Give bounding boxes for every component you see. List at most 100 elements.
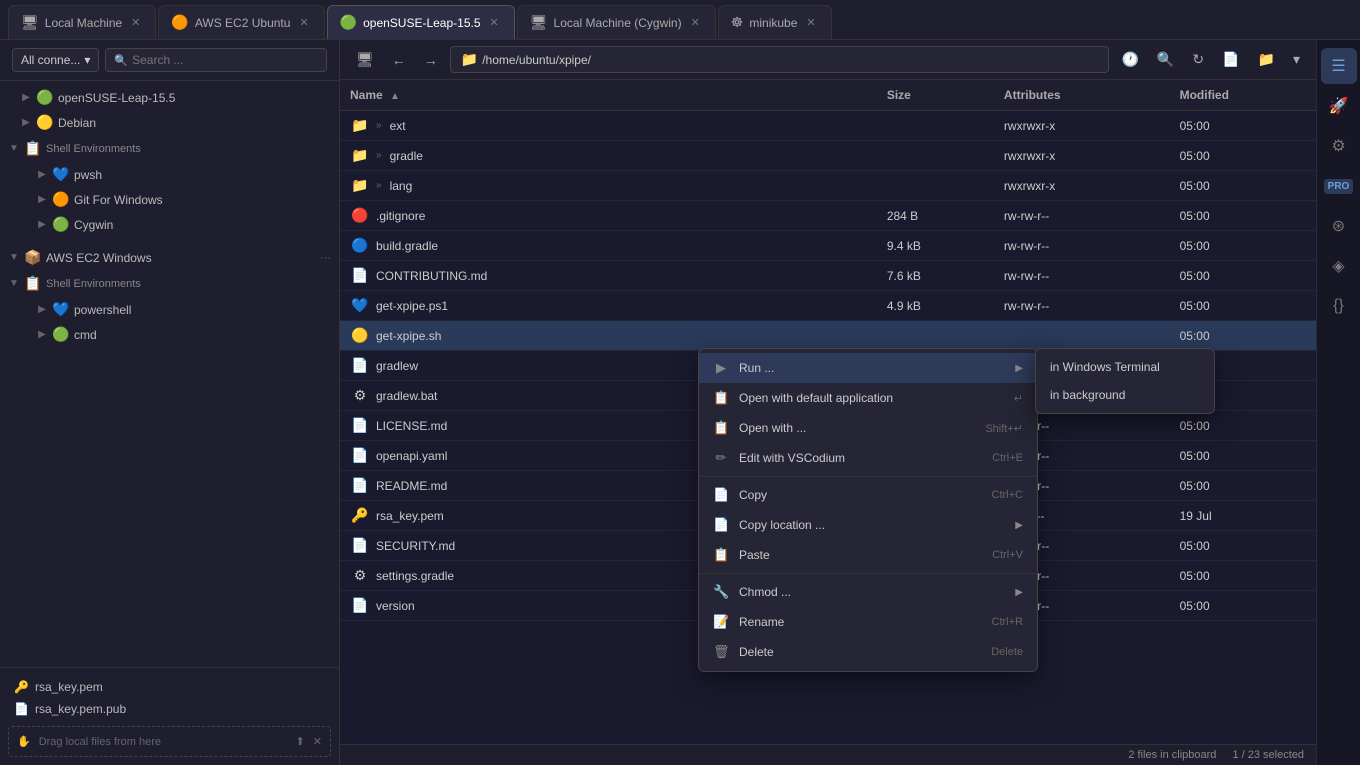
open-with-icon: 📋 (713, 420, 729, 436)
ctx-paste-label: Paste (739, 548, 982, 562)
tab-aws-ec2[interactable]: 🟠 AWS EC2 Ubuntu ✕ (158, 5, 324, 39)
right-icon-bar: ☰ 🚀 ⚙ PRO ⊛ ◈ {} (1316, 40, 1360, 765)
file-manager-icon-btn[interactable]: ☰ (1321, 48, 1357, 84)
footer-file-rsa-pub[interactable]: 📄 rsa_key.pem.pub (8, 698, 331, 720)
sidebar-item-aws-ec2-windows[interactable]: ▼ 📦 AWS EC2 Windows ⋯ (0, 245, 339, 270)
selection-status: 1 / 23 selected (1232, 749, 1304, 761)
debian-tree-icon: 🟡 (36, 114, 54, 131)
ctx-run[interactable]: ▶ Run ... ▶ (699, 353, 1037, 383)
file-modified-cell: 05:00 (1170, 591, 1316, 621)
sidebar-item-cygwin[interactable]: ▶ 🟢 Cygwin (0, 212, 339, 237)
refresh-button[interactable]: ↻ (1186, 47, 1210, 72)
file-attrs-cell: rwxrwxr-x (994, 111, 1170, 141)
ctx-chmod-arrow: ▶ (1015, 587, 1023, 598)
paste-icon: 📋 (713, 547, 729, 563)
ctx-open-default[interactable]: 📋 Open with default application ↵ (699, 383, 1037, 413)
footer-file-rsa-pem[interactable]: 🔑 rsa_key.pem (8, 676, 331, 698)
run-in-background[interactable]: in background (1036, 381, 1214, 409)
tab-local-cygwin-close[interactable]: ✕ (688, 15, 703, 30)
ctx-delete[interactable]: 🗑 Delete Delete (699, 637, 1037, 667)
file-size-cell (877, 141, 994, 171)
discord-icon-btn[interactable]: ◈ (1321, 248, 1357, 284)
tab-opensuse-close[interactable]: ✕ (487, 15, 502, 30)
ctx-run-arrow: ▶ (1015, 363, 1023, 374)
file-name-cell: 🔵 build.gradle (340, 231, 877, 261)
sidebar-item-git-label: Git For Windows (74, 193, 163, 207)
history-button[interactable]: 🕐 (1115, 47, 1144, 72)
path-text: /home/ubuntu/xpipe/ (482, 53, 591, 67)
sidebar-item-git-for-windows[interactable]: ▶ 🟠 Git For Windows (0, 187, 339, 212)
file-attrs-cell: rw-rw-r-- (994, 291, 1170, 321)
col-size[interactable]: Size (877, 80, 994, 111)
sidebar-item-debian[interactable]: ▶ 🟡 Debian (0, 110, 339, 135)
github-icon: ⊛ (1332, 216, 1345, 236)
ctx-copy-location[interactable]: 📄 Copy location ... ▶ (699, 510, 1037, 540)
tab-local-machine[interactable]: 🖥 Local Machine ✕ (8, 5, 156, 39)
status-bar: 2 files in clipboard 1 / 23 selected (340, 744, 1316, 765)
table-row[interactable]: 🔵 build.gradle 9.4 kB rw-rw-r-- 05:00 (340, 231, 1316, 261)
play-icon: ▶ (713, 360, 729, 376)
expand-arrow-icon: » (376, 120, 382, 131)
file-modified-cell: 05:00 (1170, 561, 1316, 591)
file-name-cell: 📄 CONTRIBUTING.md (340, 261, 877, 291)
tab-local-machine-close[interactable]: ✕ (128, 15, 143, 30)
github-icon-btn[interactable]: ⊛ (1321, 208, 1357, 244)
ctx-paste[interactable]: 📋 Paste Ctrl+V (699, 540, 1037, 570)
search-button[interactable]: 🔍 (1151, 47, 1180, 72)
table-row[interactable]: 📁 » ext rwxrwxr-x 05:00 (340, 111, 1316, 141)
sidebar-item-shell-envs-2[interactable]: ▼ 📋 Shell Environments (0, 270, 339, 297)
table-row[interactable]: 📄 CONTRIBUTING.md 7.6 kB rw-rw-r-- 05:00 (340, 261, 1316, 291)
sidebar-item-cmd[interactable]: ▶ 🟢 cmd (0, 322, 339, 347)
col-modified[interactable]: Modified (1170, 80, 1316, 111)
table-row[interactable]: 📁 » lang rwxrwxr-x 05:00 (340, 171, 1316, 201)
local-machine-icon: 🖥 (21, 14, 39, 31)
rocket-icon-btn[interactable]: 🚀 (1321, 88, 1357, 124)
tab-minikube-close[interactable]: ✕ (803, 15, 818, 30)
more-button[interactable]: ▾ (1287, 47, 1306, 72)
file-name-label: settings.gradle (376, 569, 454, 583)
minikube-icon: ☸ (731, 14, 744, 31)
ctx-rename[interactable]: 📝 Rename Ctrl+R (699, 607, 1037, 637)
table-row[interactable]: 💙 get-xpipe.ps1 4.9 kB rw-rw-r-- 05:00 (340, 291, 1316, 321)
tab-opensuse[interactable]: 🟢 openSUSE-Leap-15.5 ✕ (327, 5, 515, 39)
file-modified-cell: 05:00 (1170, 441, 1316, 471)
sidebar-item-opensuse[interactable]: ▶ 🟢 openSUSE-Leap-15.5 (0, 85, 339, 110)
sidebar-item-pwsh[interactable]: ▶ 💙 pwsh (0, 162, 339, 187)
tab-local-cygwin[interactable]: 🖥 Local Machine (Cygwin) ✕ (517, 5, 716, 39)
ctx-open-with[interactable]: 📋 Open with ... Shift+↵ (699, 413, 1037, 443)
col-name[interactable]: Name ▲ (340, 80, 877, 111)
run-in-windows-terminal[interactable]: in Windows Terminal (1036, 353, 1214, 381)
run-windows-terminal-label: in Windows Terminal (1050, 360, 1160, 374)
tab-minikube[interactable]: ☸ minikube ✕ (718, 5, 832, 39)
tab-aws-close[interactable]: ✕ (296, 15, 311, 30)
file-modified-cell: 05:00 (1170, 231, 1316, 261)
pro-badge: PRO (1324, 179, 1354, 194)
table-row[interactable]: 🟡 get-xpipe.sh 05:00 (340, 321, 1316, 351)
ctx-copy[interactable]: 📄 Copy Ctrl+C (699, 480, 1037, 510)
cmd-icon: 🟢 (52, 326, 70, 343)
sidebar-item-powershell[interactable]: ▶ 💙 powershell (0, 297, 339, 322)
file-modified-cell: 05:00 (1170, 141, 1316, 171)
file-size-cell: 4.9 kB (877, 291, 994, 321)
col-attrs[interactable]: Attributes (994, 80, 1170, 111)
file-modified-cell: 05:00 (1170, 201, 1316, 231)
upload-icon[interactable]: ⬆ (296, 735, 305, 748)
forward-button[interactable]: → (418, 48, 444, 72)
new-file-button[interactable]: 📄 (1216, 47, 1245, 72)
ctx-edit-vscodium[interactable]: ✏ Edit with VSCodium Ctrl+E (699, 443, 1037, 473)
pro-badge-btn[interactable]: PRO (1321, 168, 1357, 204)
run-background-label: in background (1050, 388, 1125, 402)
connection-dropdown[interactable]: All conne... ▾ (12, 48, 99, 72)
new-folder-button[interactable]: 📁 (1252, 47, 1281, 72)
table-row[interactable]: 📁 » gradle rwxrwxr-x 05:00 (340, 141, 1316, 171)
close-icon[interactable]: ✕ (313, 735, 322, 748)
json-icon-btn[interactable]: {} (1321, 288, 1357, 324)
ctx-chmod[interactable]: 🔧 Chmod ... ▶ (699, 577, 1037, 607)
file-modified-cell: 05:00 (1170, 531, 1316, 561)
terminal-button[interactable]: 🖥 (350, 47, 380, 72)
sidebar-item-shell-envs-1[interactable]: ▼ 📋 Shell Environments (0, 135, 339, 162)
back-button[interactable]: ← (386, 48, 412, 72)
search-input[interactable] (132, 53, 318, 67)
table-row[interactable]: 🔴 .gitignore 284 B rw-rw-r-- 05:00 (340, 201, 1316, 231)
settings-icon-btn[interactable]: ⚙ (1321, 128, 1357, 164)
